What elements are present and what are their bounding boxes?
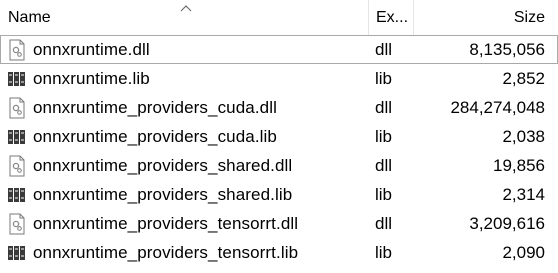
sort-ascending-icon [180,5,192,12]
file-name: onnxruntime_providers_cuda.lib [33,126,277,146]
file-name: onnxruntime_providers_shared.dll [33,155,293,175]
file-name: onnxruntime_providers_tensorrt.dll [33,213,299,233]
file-row[interactable]: onnxruntime.lib lib 2,852 [0,64,558,93]
column-header-extension[interactable]: Ex... [369,0,414,35]
column-header-size[interactable]: Size [414,0,558,35]
file-name: onnxruntime_providers_cuda.dll [33,97,277,117]
file-size: 2,314 [502,184,545,204]
lib-file-icon [8,129,25,144]
dll-file-icon [9,97,25,118]
file-extension: lib [375,126,393,146]
file-size: 2,038 [502,126,545,146]
file-extension: lib [375,242,393,262]
lib-file-icon [8,245,25,260]
column-header-name-label: Name [8,9,51,26]
file-extension: dll [375,39,393,59]
file-extension: lib [375,184,393,204]
column-header-row: Name Ex... Size [0,0,558,35]
column-header-size-label: Size [513,9,545,26]
file-list-view: Name Ex... Size onnxruntime.dll dll 8,13… [0,0,558,273]
file-size: 284,274,048 [450,97,545,117]
file-row[interactable]: onnxruntime_providers_tensorrt.lib lib 2… [0,238,558,267]
lib-file-icon [8,187,25,202]
file-name: onnxruntime_providers_shared.lib [33,184,293,204]
file-size: 19,856 [493,155,545,175]
lib-file-icon [8,71,25,86]
column-header-extension-label: Ex... [376,9,409,26]
file-size: 8,135,056 [469,39,545,59]
file-row[interactable]: onnxruntime_providers_shared.lib lib 2,3… [0,180,558,209]
column-header-name[interactable]: Name [0,0,369,35]
dll-file-icon [9,213,25,234]
file-extension: dll [375,97,393,117]
file-extension: dll [375,155,393,175]
file-name: onnxruntime_providers_tensorrt.lib [33,242,299,262]
file-size: 3,209,616 [469,213,545,233]
dll-file-icon [9,155,25,176]
file-row[interactable]: onnxruntime.dll dll 8,135,056 [0,35,558,64]
file-size: 2,090 [502,242,545,262]
file-row[interactable]: onnxruntime_providers_cuda.lib lib 2,038 [0,122,558,151]
dll-file-icon [9,39,25,60]
file-extension: dll [375,213,393,233]
file-row[interactable]: onnxruntime_providers_shared.dll dll 19,… [0,151,558,180]
file-size: 2,852 [502,68,545,88]
file-name: onnxruntime.lib [33,68,150,88]
file-row[interactable]: onnxruntime_providers_cuda.dll dll 284,2… [0,93,558,122]
file-extension: lib [375,68,393,88]
file-row[interactable]: onnxruntime_providers_tensorrt.dll dll 3… [0,209,558,238]
file-rows: onnxruntime.dll dll 8,135,056 onnxruntim… [0,35,558,267]
file-name: onnxruntime.dll [33,39,150,59]
